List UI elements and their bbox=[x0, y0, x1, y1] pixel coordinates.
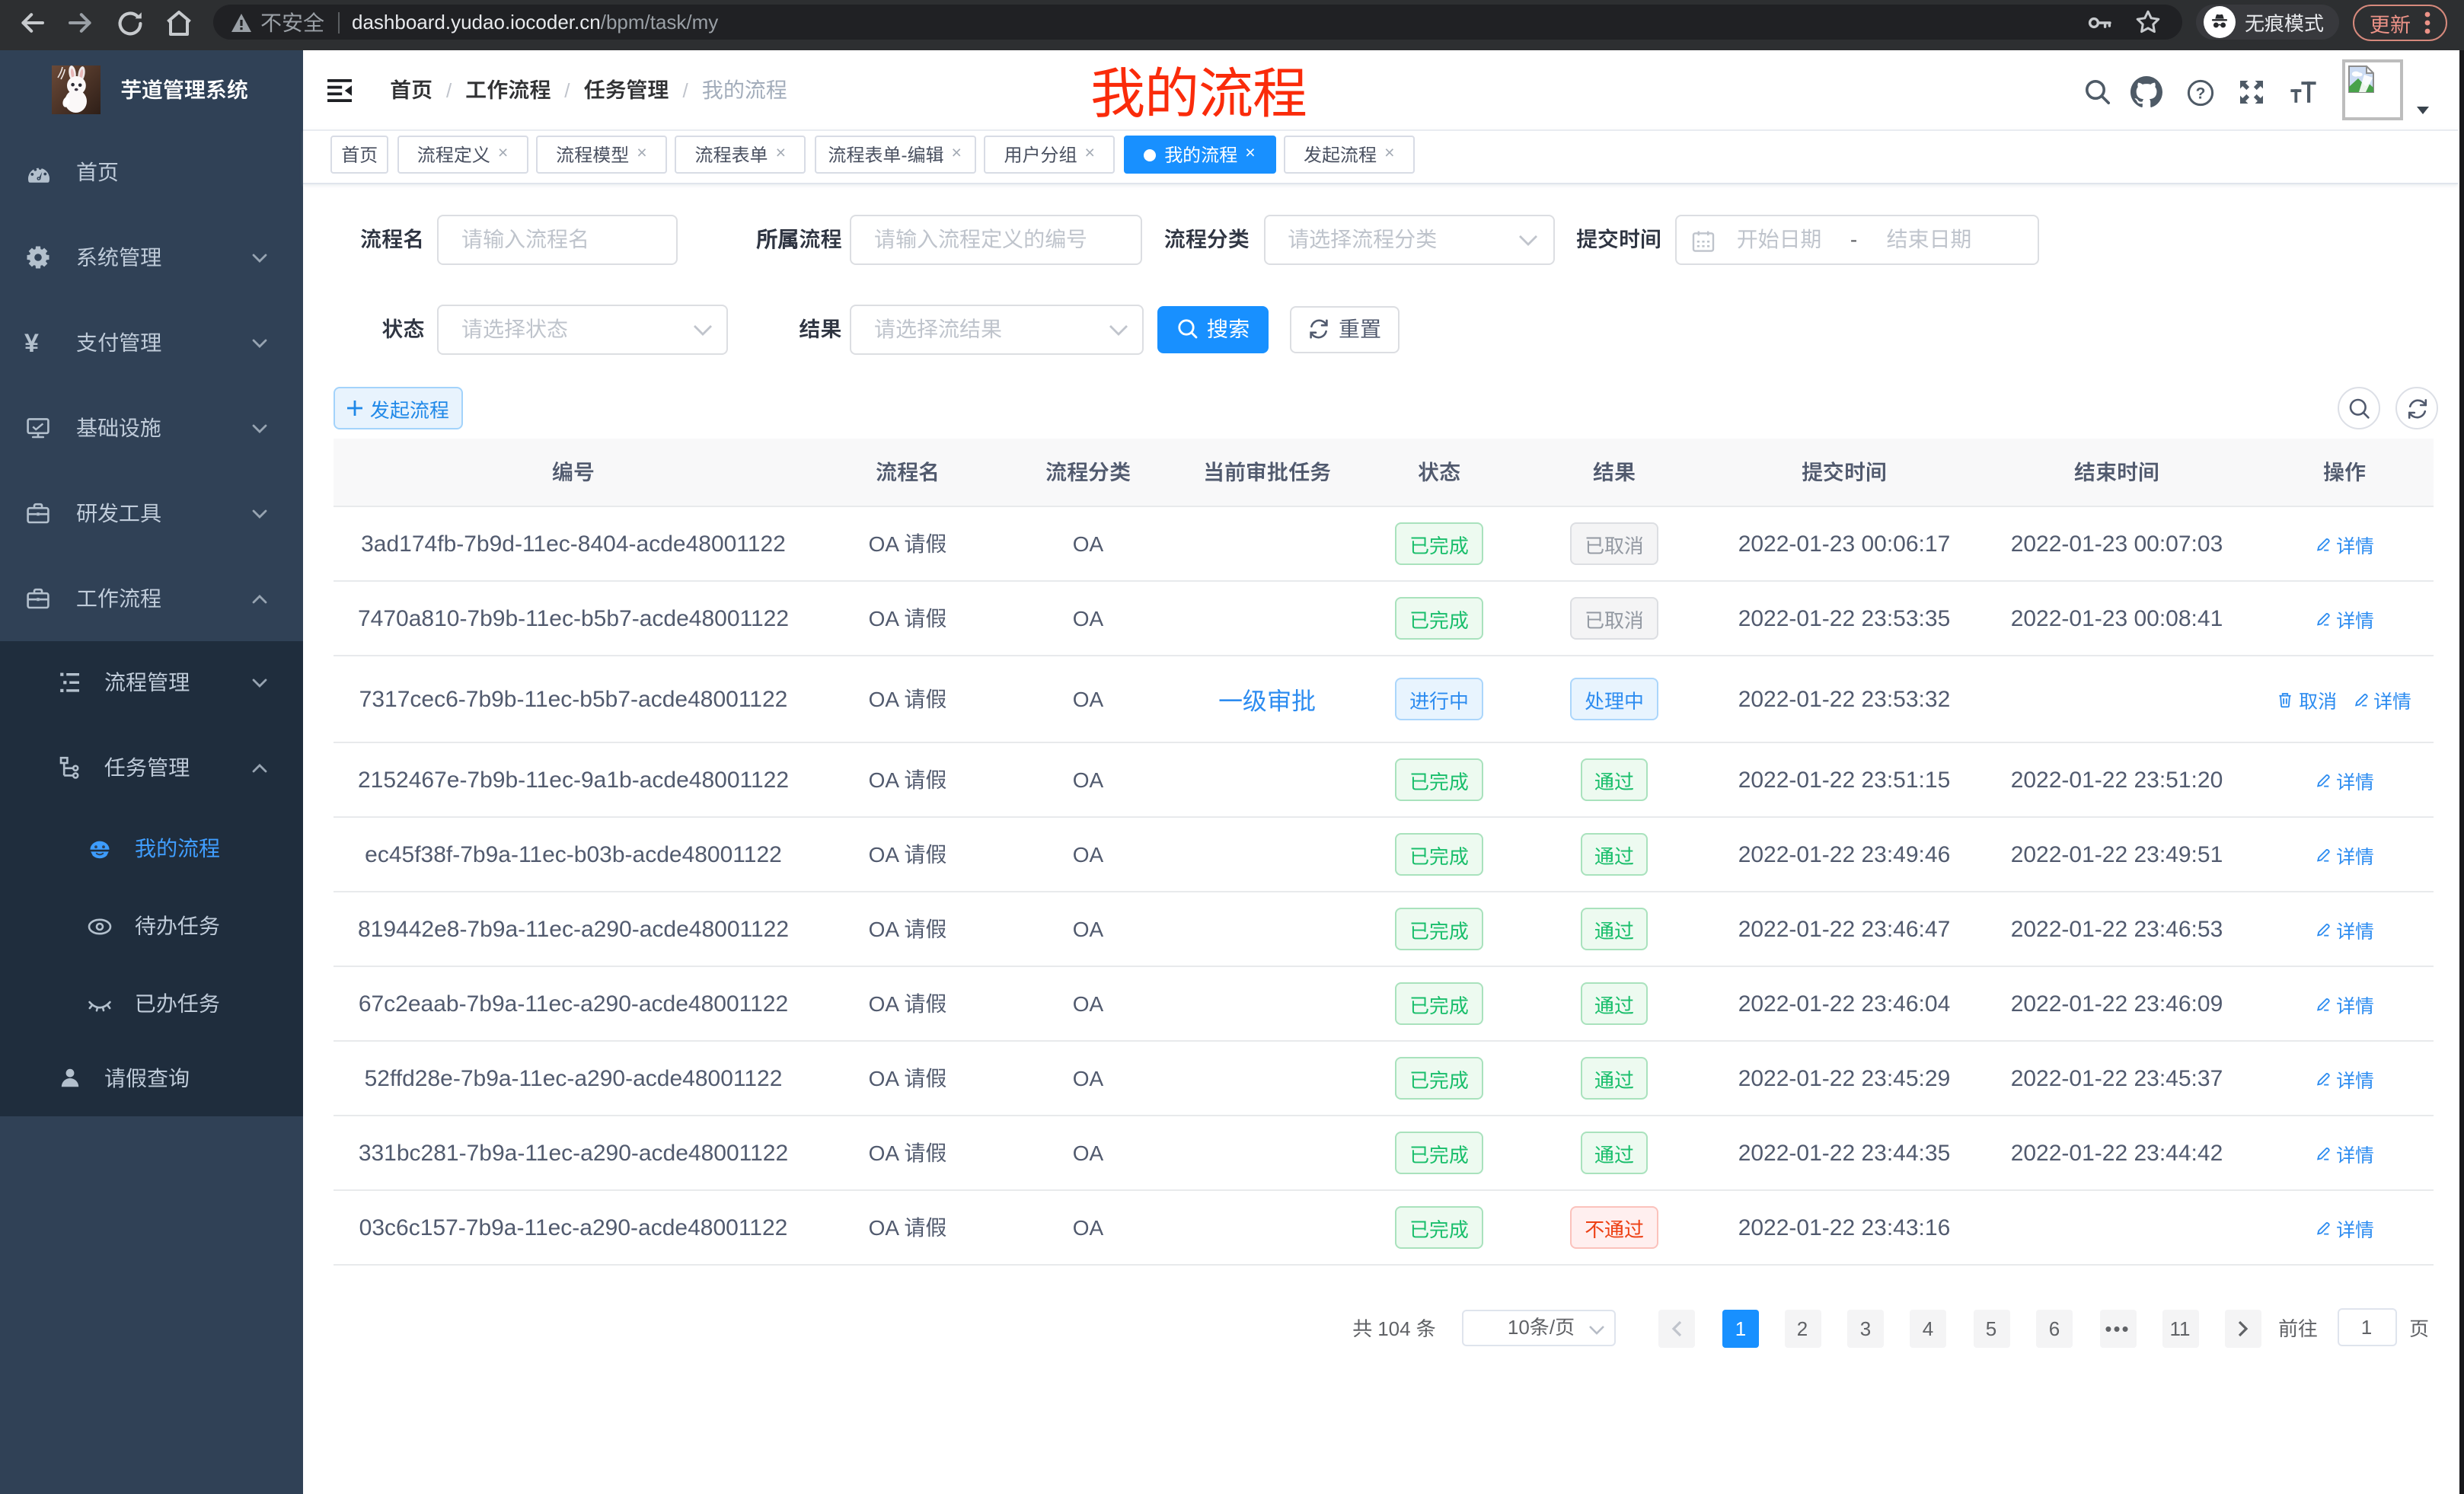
svg-text:?: ? bbox=[2196, 85, 2206, 102]
